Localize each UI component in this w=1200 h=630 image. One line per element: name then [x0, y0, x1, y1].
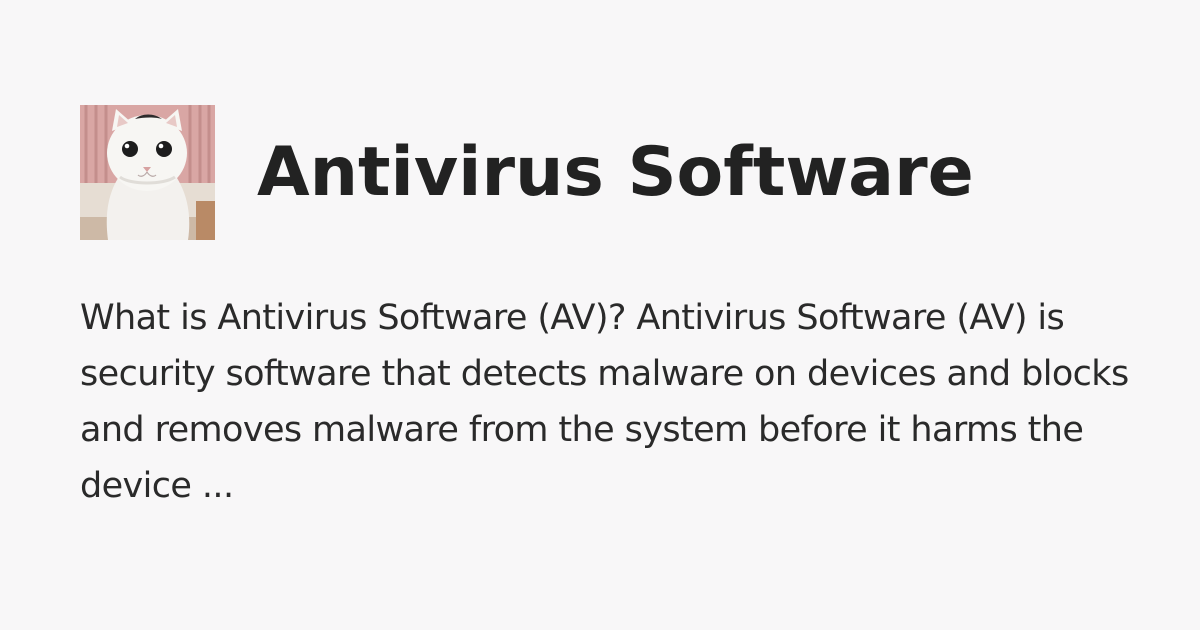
card-header: Antivirus Software [80, 105, 974, 240]
cat-avatar-icon [80, 105, 215, 240]
page-title: Antivirus Software [257, 132, 974, 212]
description-text: What is Antivirus Software (AV)? Antivir… [80, 298, 1129, 506]
preview-card: Antivirus Software What is Antivirus Sof… [0, 0, 1200, 630]
